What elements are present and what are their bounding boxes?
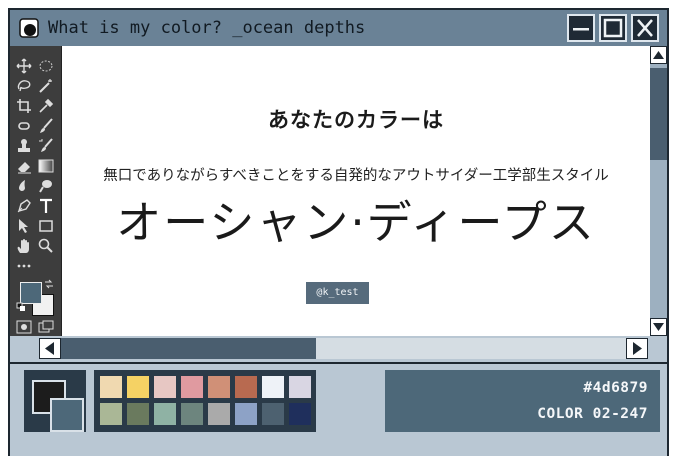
quick-mask-icon[interactable] [16, 320, 32, 336]
arrow-up-icon [653, 51, 664, 59]
arrow-left-icon [45, 342, 54, 355]
palette-swatch[interactable] [100, 376, 122, 398]
palette-swatch[interactable] [154, 403, 176, 425]
palette-swatch[interactable] [181, 403, 203, 425]
move-icon[interactable] [16, 58, 32, 74]
dodge-icon[interactable] [38, 178, 54, 194]
swap-colors-icon[interactable] [44, 279, 54, 289]
gradient-icon[interactable] [38, 158, 54, 174]
scroll-left-button[interactable] [39, 338, 61, 359]
close-icon [637, 19, 653, 37]
foreground-color-swatch-top[interactable] [20, 282, 42, 304]
palette-swatch[interactable] [235, 376, 257, 398]
eraser-icon[interactable] [16, 158, 32, 174]
palette-swatch[interactable] [262, 376, 284, 398]
background-color[interactable] [50, 398, 84, 432]
palette-swatch[interactable] [154, 376, 176, 398]
vertical-scrollbar[interactable] [650, 46, 667, 336]
scroll-right-button[interactable] [626, 338, 648, 359]
palette-swatch[interactable] [289, 403, 311, 425]
magic-wand-icon[interactable] [38, 78, 54, 94]
palette-swatch[interactable] [127, 403, 149, 425]
tools-panel [10, 46, 62, 336]
title-bar[interactable]: What is my color? _ocean depths [10, 10, 667, 48]
personality-description: 無口でありながらすべきことをする自発的なアウトサイダー工学部生スタイル [103, 168, 609, 184]
crop-icon[interactable] [16, 98, 32, 114]
palette-swatch[interactable] [208, 376, 230, 398]
stamp-icon[interactable] [16, 138, 32, 154]
default-colors-icon[interactable] [16, 302, 26, 312]
palette-swatch[interactable] [289, 376, 311, 398]
app-logo-icon [19, 18, 39, 38]
eyedropper-icon[interactable] [38, 98, 54, 114]
maximize-icon [603, 18, 623, 38]
arrow-right-icon [633, 342, 642, 355]
canvas[interactable]: あなたのカラーは 無口でありながらすべきことをする自発的なアウトサイダー工学部生… [62, 46, 650, 336]
horizontal-scroll-thumb[interactable] [61, 338, 316, 359]
window-title: What is my color? _ocean depths [48, 18, 366, 38]
zoom-icon[interactable] [38, 238, 54, 254]
lasso-icon[interactable] [16, 78, 32, 94]
palette-swatch[interactable] [262, 403, 284, 425]
color-panel: #4d6879 COLOR 02-247 [10, 362, 667, 456]
more-icon[interactable] [16, 258, 32, 274]
active-colors[interactable] [24, 370, 86, 432]
rectangle-icon[interactable] [38, 218, 54, 234]
hand-icon[interactable] [16, 238, 32, 254]
minimize-button[interactable] [567, 14, 595, 42]
screen-mode-icon[interactable] [38, 320, 54, 336]
palette-swatch[interactable] [235, 403, 257, 425]
color-code: COLOR 02-247 [537, 406, 648, 422]
app-window: What is my color? _ocean depths あなたのカラーは… [8, 8, 669, 456]
color-palette [94, 370, 316, 432]
scroll-up-button[interactable] [650, 46, 667, 64]
minimize-icon [573, 28, 589, 31]
color-info-box: #4d6879 COLOR 02-247 [385, 370, 660, 432]
palette-swatch[interactable] [127, 376, 149, 398]
color-name: オーシャン·ディープス [116, 196, 596, 249]
palette-swatch[interactable] [181, 376, 203, 398]
vertical-scroll-thumb[interactable] [650, 68, 667, 160]
arrow-down-icon [653, 323, 664, 331]
history-brush-icon[interactable] [38, 138, 54, 154]
marquee-icon[interactable] [38, 58, 54, 74]
result-heading: あなたのカラーは [268, 108, 444, 132]
healing-icon[interactable] [16, 118, 32, 134]
scroll-down-button[interactable] [650, 318, 667, 336]
brush-icon[interactable] [38, 118, 54, 134]
palette-swatch[interactable] [208, 403, 230, 425]
hex-code: #4d6879 [583, 380, 648, 396]
close-button[interactable] [631, 14, 659, 42]
horizontal-scrollbar[interactable] [61, 338, 626, 359]
path-select-icon[interactable] [16, 218, 32, 234]
author-handle-badge: @k_test [306, 282, 369, 304]
blur-icon[interactable] [16, 178, 32, 194]
palette-swatch[interactable] [100, 403, 122, 425]
maximize-button[interactable] [599, 14, 627, 42]
pen-icon[interactable] [16, 198, 32, 214]
type-icon[interactable] [38, 198, 54, 214]
